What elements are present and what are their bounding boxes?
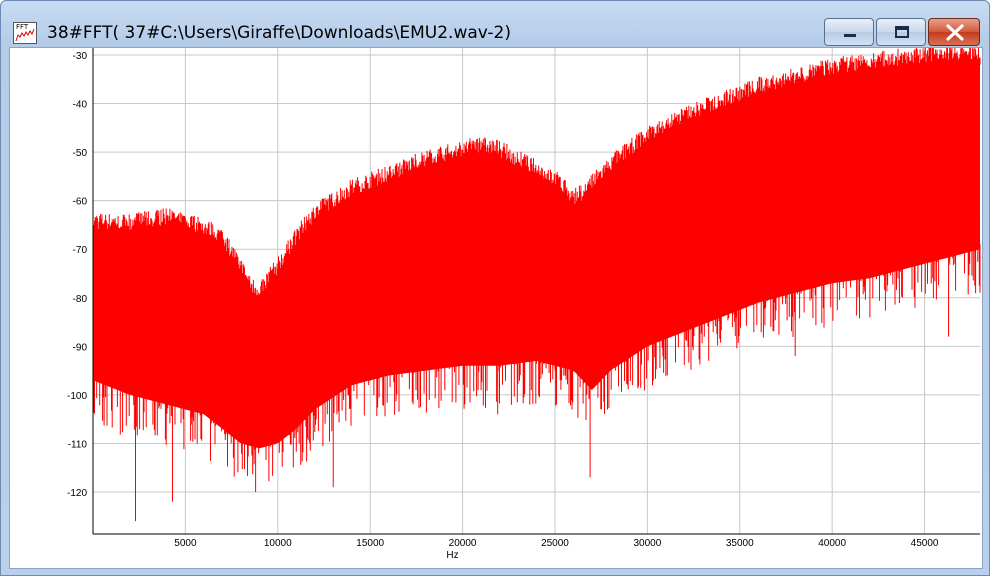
fft-window: FFT 38#FFT( 37#C:\Users\Giraffe\Download… [0,0,990,576]
x-tick-label: 10000 [264,538,292,549]
y-tick-label: -40 [73,100,88,111]
close-icon [946,24,964,41]
x-tick-label: 40000 [818,538,846,549]
y-tick-label: -80 [73,294,88,305]
y-tick-label: -70 [73,245,88,256]
x-tick-label: 5000 [174,538,197,549]
x-tick-label: 30000 [633,538,661,549]
y-tick-label: -110 [68,439,88,450]
minimize-button[interactable] [824,18,874,46]
fft-chart-icon[interactable]: FFT [13,22,37,44]
x-tick-label: 15000 [356,538,384,549]
y-tick-label: -30 [73,51,88,62]
maximize-button[interactable] [876,18,926,46]
y-tick-label: -100 [67,391,87,402]
minimize-icon [844,34,856,37]
window-title: 38#FFT( 37#C:\Users\Giraffe\Downloads\EM… [47,23,511,43]
x-axis-label: Hz [446,550,458,561]
title-bar[interactable]: FFT 38#FFT( 37#C:\Users\Giraffe\Download… [1,1,989,47]
plot-area: 5000 10000 15000 20000 25000 30000 35000 40000 4… [9,47,983,569]
maximize-icon [895,26,909,38]
x-tick-label: 45000 [911,538,939,549]
close-button[interactable] [928,18,980,46]
fft-chart: 5000 10000 15000 20000 25000 30000 35000 40000 4… [67,48,981,561]
x-tick-label: 25000 [541,538,569,549]
x-tick-label: 20000 [449,538,477,549]
y-tick-label: -120 [67,488,87,499]
x-tick-label: 35000 [726,538,754,549]
y-tick-label: -60 [73,197,88,208]
y-tick-label: -90 [73,342,88,353]
y-tick-label: -50 [73,148,88,159]
